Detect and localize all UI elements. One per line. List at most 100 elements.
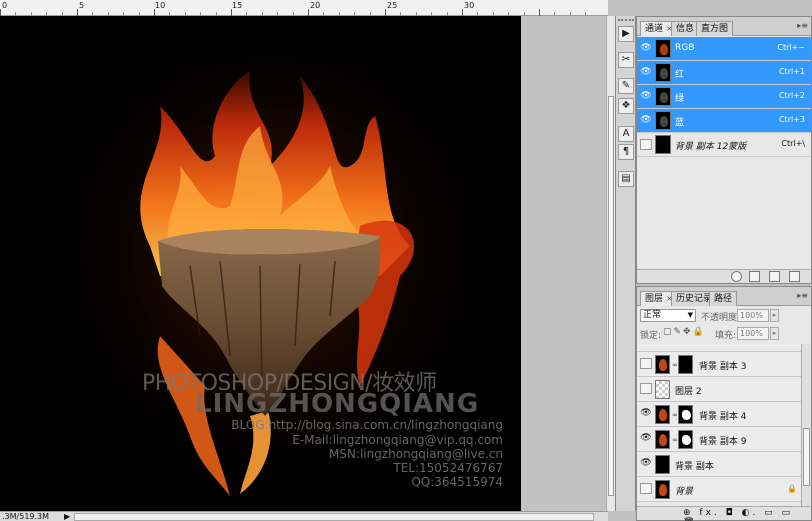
layers-footer: ⊕ fx. ◘ ◐. ▭ ▭ 🗑 [637, 506, 811, 521]
layer-mask-thumbnail[interactable] [678, 430, 693, 449]
blend-mode-select[interactable]: 正常 ▼ [640, 309, 696, 322]
ruler-label: 15 [232, 1, 243, 10]
layer-name: 背景 副本 4 [699, 412, 747, 422]
status-bar: .3M/519.3M ▶ [0, 511, 608, 521]
channel-thumbnail [655, 63, 671, 82]
eye-icon[interactable]: 👁 [640, 458, 652, 469]
panel-menu-icon[interactable]: ▸≡ [797, 291, 808, 300]
channel-name: 红 [675, 70, 685, 80]
chevron-down-icon: ▼ [687, 311, 693, 319]
channel-row-blue[interactable]: 👁 蓝 Ctrl+3 [637, 109, 811, 133]
fill-label: 填充: [715, 331, 737, 341]
layer-row-partial[interactable] [637, 344, 801, 352]
channels-footer [637, 269, 811, 283]
brush-icon[interactable]: ✎ [618, 78, 634, 94]
eye-icon[interactable]: 👁 [640, 43, 652, 54]
visibility-box[interactable] [640, 358, 652, 369]
trash-icon[interactable] [789, 271, 800, 282]
tab-info[interactable]: 信息 [671, 21, 700, 36]
layer-name: 背景 [675, 487, 694, 497]
channel-row-mask[interactable]: 背景 副本 12蒙版 Ctrl+\ [637, 133, 811, 157]
layer-footer-icons[interactable]: ⊕ fx. ◘ ◐. ▭ ▭ 🗑 [683, 508, 811, 521]
layer-row[interactable]: 👁 ∞ 背景 副本 4 [637, 402, 801, 427]
watermark-blog: BLOG:http://blog.sina.com.cn/lingzhongqi… [231, 418, 503, 432]
layer-thumbnail [655, 355, 670, 374]
layer-row-background[interactable]: 背景 🔒 [637, 477, 801, 502]
channel-row-red[interactable]: 👁 红 Ctrl+1 [637, 61, 811, 85]
lock-icon: 🔒 [787, 484, 797, 493]
eye-icon[interactable]: 👁 [640, 115, 652, 126]
channel-row-rgb[interactable]: 👁 RGB Ctrl+~ [637, 37, 811, 61]
fill-field[interactable]: 100% [737, 327, 769, 340]
status-menu-arrow-icon[interactable]: ▶ [64, 512, 70, 521]
layer-row[interactable]: 👁 ∞ 背景 副本 9 [637, 427, 801, 452]
channel-name: 背景 副本 12蒙版 [675, 142, 747, 152]
fill-arrow-icon[interactable]: ▸ [770, 327, 779, 340]
document-canvas[interactable]: PHOTOSHOP/DESIGN/妆效师 LINGZHONGQIANG BLOG… [0, 16, 521, 511]
horizontal-ruler: 0 5 10 15 20 25 30 [0, 0, 608, 16]
new-channel-icon[interactable] [769, 271, 780, 282]
link-icon: ∞ [672, 361, 678, 369]
visibility-box[interactable] [640, 383, 652, 394]
visibility-box[interactable] [640, 139, 652, 150]
channel-thumbnail [655, 87, 671, 106]
visibility-box[interactable] [640, 483, 652, 494]
channel-name: 绿 [675, 94, 685, 104]
panel-menu-icon[interactable]: ▸≡ [797, 21, 808, 30]
ruler-label: 25 [387, 1, 398, 10]
channel-name: 蓝 [675, 118, 685, 128]
vertical-scrollbar[interactable] [606, 16, 615, 511]
opacity-field[interactable]: 100% [737, 309, 769, 322]
grip-icon[interactable] [618, 19, 634, 25]
scroll-thumb[interactable] [608, 96, 614, 496]
ruler-label: 20 [310, 1, 321, 10]
eye-icon[interactable]: 👁 [640, 91, 652, 102]
layer-thumbnail [655, 455, 670, 474]
horizontal-scrollbar[interactable] [74, 513, 594, 521]
channels-panel: 通道 × 信息 直方图 ▸≡ 👁 RGB Ctrl+~ 👁 红 Ctrl+1 👁 … [636, 16, 812, 284]
watermark-email: E-Mail:lingzhongqiang@vip.qq.com [292, 433, 503, 447]
save-selection-icon[interactable] [749, 271, 760, 282]
layer-row[interactable]: ∞ 背景 副本 3 [637, 352, 801, 377]
tools-icon[interactable]: ✂ [618, 52, 634, 68]
layer-name: 背景 副本 [675, 462, 714, 472]
lock-label: 锁定: [640, 331, 662, 341]
paragraph-icon[interactable]: ¶ [618, 144, 634, 160]
document-size: .3M/519.3M [2, 512, 50, 521]
layers-tabs: 图层 × 历史记录 路径 ▸≡ [637, 287, 811, 306]
layers-scrollbar[interactable] [801, 344, 811, 506]
tab-paths[interactable]: 路径 [709, 291, 738, 306]
lock-icons[interactable]: ▢✎✥🔒 [663, 327, 706, 337]
layer-row[interactable]: 👁 背景 副本 [637, 452, 801, 477]
link-icon: ∞ [672, 411, 678, 419]
scroll-thumb[interactable] [803, 428, 810, 486]
tab-histogram[interactable]: 直方图 [696, 21, 734, 36]
watermark-msn: MSN:lingzhongqiang@live.cn [328, 447, 503, 461]
ruler-label: 5 [79, 1, 85, 10]
layer-thumbnail [655, 430, 670, 449]
ruler-label: 30 [464, 1, 475, 10]
actions-icon[interactable]: ▶ [618, 26, 634, 42]
load-selection-icon[interactable] [731, 271, 742, 282]
ruler-label: 0 [2, 1, 8, 10]
watermark-qq: QQ:364515974 [411, 475, 503, 489]
channel-list: 👁 RGB Ctrl+~ 👁 红 Ctrl+1 👁 绿 Ctrl+2 👁 蓝 C… [637, 37, 811, 157]
layer-row[interactable]: 图层 2 [637, 377, 801, 402]
layer-mask-thumbnail[interactable] [678, 355, 693, 374]
layer-name: 图层 2 [675, 387, 702, 397]
opacity-arrow-icon[interactable]: ▸ [770, 309, 779, 322]
clone-source-icon[interactable]: ❖ [618, 98, 634, 114]
eye-icon[interactable]: 👁 [640, 433, 652, 444]
layer-mask-thumbnail[interactable] [678, 405, 693, 424]
layer-thumbnail [655, 480, 670, 499]
notes-icon[interactable]: ▤ [618, 171, 634, 187]
eye-icon[interactable]: 👁 [640, 408, 652, 419]
character-icon[interactable]: A [618, 126, 634, 142]
ruler-label: 10 [155, 1, 166, 10]
opacity-label: 不透明度: [701, 313, 741, 323]
channel-thumbnail [655, 135, 671, 154]
document-workspace[interactable]: PHOTOSHOP/DESIGN/妆效师 LINGZHONGQIANG BLOG… [0, 16, 608, 511]
layer-name: 背景 副本 9 [699, 437, 747, 447]
eye-icon[interactable]: 👁 [640, 67, 652, 78]
channel-row-green[interactable]: 👁 绿 Ctrl+2 [637, 85, 811, 109]
